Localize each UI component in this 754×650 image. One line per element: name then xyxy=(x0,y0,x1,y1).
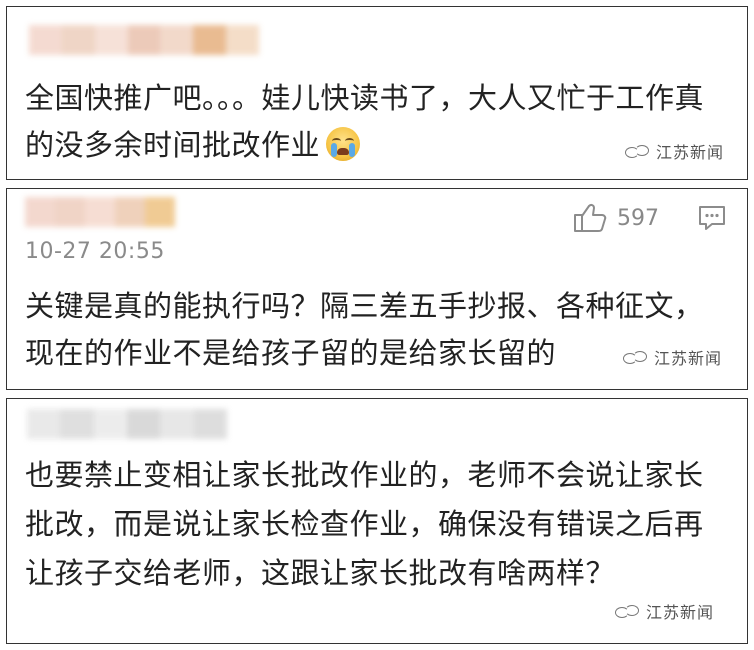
blurred-username xyxy=(29,25,260,55)
comment-card: 全国快推广吧。。。娃儿快读书了，大人又忙于工作真的没多余时间批改作业 江苏新闻 xyxy=(6,6,748,180)
blurred-username xyxy=(25,197,175,227)
like-button[interactable]: 597 xyxy=(573,203,659,233)
watermark: 江苏新闻 xyxy=(623,345,722,369)
watermark: 江苏新闻 xyxy=(625,139,724,163)
like-count: 597 xyxy=(617,205,659,231)
watermark-logo-icon xyxy=(625,143,651,159)
blurred-username xyxy=(27,409,227,439)
reply-button[interactable] xyxy=(697,203,727,237)
watermark-logo-icon xyxy=(623,349,649,365)
comment-card: 10-27 20:55 597 关键是真的能执行吗？隔三差五手抄报、各种征文，现… xyxy=(6,188,748,390)
comment-icon xyxy=(699,206,725,230)
thumbs-up-icon xyxy=(574,203,607,232)
comment-text: 全国快推广吧。。。娃儿快读书了，大人又忙于工作真的没多余时间批改作业 xyxy=(25,81,705,162)
comment-text: 也要禁止变相让家长批改作业的，老师不会说让家长批改，而是说让家长检查作业，确保没… xyxy=(25,458,704,590)
watermark: 江苏新闻 xyxy=(615,599,714,623)
comment-card: 也要禁止变相让家长批改作业的，老师不会说让家长批改，而是说让家长检查作业，确保没… xyxy=(6,398,748,644)
crying-face-icon xyxy=(326,127,361,161)
comment-timestamp: 10-27 20:55 xyxy=(25,239,165,264)
watermark-logo-icon xyxy=(615,603,641,619)
